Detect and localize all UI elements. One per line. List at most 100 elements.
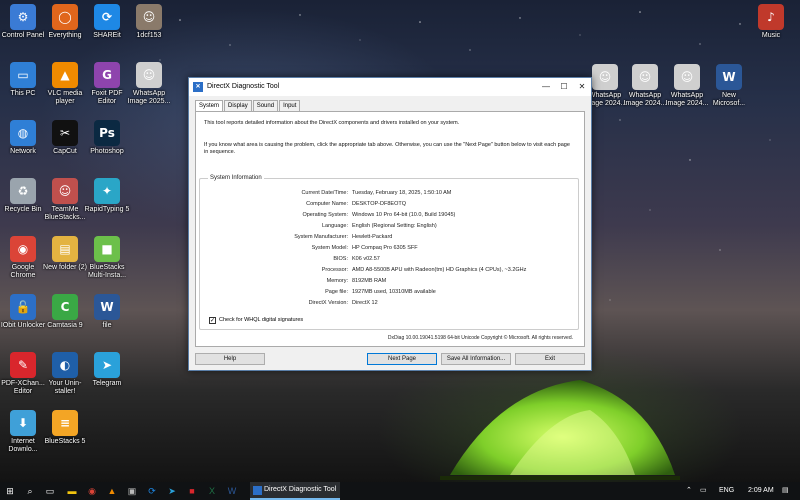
desktop-icon[interactable]: Wfile (84, 294, 130, 330)
app-taskbar-icon[interactable]: ▣ (126, 485, 138, 497)
windows-start-icon[interactable]: ⊞ (4, 485, 16, 497)
info-value: Hewlett-Packard (352, 234, 393, 240)
desktop-icon-label: RapidTyping 5 (84, 206, 130, 213)
pdf-taskbar-icon[interactable]: ■ (186, 485, 198, 497)
tray-chevron-icon[interactable]: ⌃ (686, 482, 692, 500)
desktop-icon[interactable]: W New Microsof... (706, 64, 752, 108)
desktop-icon[interactable]: ⟳ SHAREit (84, 4, 130, 40)
desktop-icon[interactable]: ☺ WhatsApp Image 2025... (126, 62, 172, 106)
intro-text: This tool reports detailed information a… (204, 120, 460, 126)
dxdiag-taskbar-icon (253, 486, 262, 495)
desktop-icon[interactable]: ≡ BlueStacks 5 (42, 410, 88, 446)
network-tray-icon[interactable]: ▭ (700, 482, 707, 500)
excel-taskbar-icon[interactable]: X (206, 485, 218, 497)
whql-checkbox-row[interactable]: ✓ Check for WHQL digital signatures (209, 316, 303, 324)
tab-sound[interactable]: Sound (252, 100, 279, 111)
desktop-icon[interactable]: ☺ WhatsApp Image 2024... (622, 64, 668, 108)
desktop-icon-label: 1dcf153 (136, 32, 162, 39)
info-row: Page file: 1927MB used, 10310MB available (200, 287, 580, 298)
desktop-icon[interactable]: C Camtasia 9 (42, 294, 88, 330)
pdf-xchange-icon: ✎ (10, 352, 36, 378)
desktop-icon-label: WhatsApp Image 2024... (623, 92, 667, 107)
info-label: Memory: (326, 278, 348, 284)
vlc-taskbar-icon[interactable]: ▲ (106, 485, 118, 497)
desktop-icon[interactable]: ◯ Everything (42, 4, 88, 40)
help-button[interactable]: Help (195, 353, 265, 365)
desktop-icon-label: This PC (10, 90, 36, 97)
desktop-icon[interactable]: ☺ TeamMe BlueStacks... (42, 178, 88, 222)
exit-button[interactable]: Exit (515, 353, 585, 365)
search-icon[interactable]: ⌕ (24, 485, 36, 497)
desktop-icon[interactable]: ⬇ Internet Downlo... (0, 410, 46, 454)
desktop-icon[interactable]: ■ BlueStacks Multi-Insta... (84, 236, 130, 280)
tab-display[interactable]: Display (224, 100, 252, 111)
desktop-icon[interactable]: ◉ Google Chrome (0, 236, 46, 280)
desktop-icon[interactable]: ◍ Network (0, 120, 46, 156)
system-information-group: System Information Current Date/Time: Tue… (199, 174, 580, 330)
desktop-icon[interactable]: ☺ 1dcf153 (126, 4, 172, 40)
info-row: DirectX Version: DirectX 12 (200, 298, 580, 309)
uninstaller-icon: ◐ (52, 352, 78, 378)
desktop-icon[interactable]: Ps Photoshop (84, 120, 130, 156)
desktop-icon[interactable]: ▲ VLC media player (42, 62, 88, 106)
file-explorer-icon[interactable]: ▬ (66, 485, 78, 497)
desktop-icon[interactable]: ♻ Recycle Bin (0, 178, 46, 214)
capcut-icon: ✂ (52, 120, 78, 146)
info-row: Processor: AMD A8-5500B APU with Radeon(t… (200, 265, 580, 276)
maximize-icon[interactable]: ☐ (555, 78, 573, 96)
desktop-icon[interactable]: ◐ Your Unin-staller! (42, 352, 88, 396)
info-label: Processor: (321, 267, 348, 273)
control-panel-icon: ⚙ (10, 4, 36, 30)
tab-input[interactable]: Input (279, 100, 301, 111)
image-file-icon: ☺ (136, 62, 162, 88)
language-indicator[interactable]: ENG (719, 482, 734, 500)
task-view-icon[interactable]: ▭ (44, 485, 56, 497)
word-file-icon: W (716, 64, 742, 90)
info-value: Windows 10 Pro 64-bit (10.0, Build 19045… (352, 212, 456, 218)
camtasia-icon: C (52, 294, 78, 320)
desktop-icon[interactable]: ☺ WhatsApp Image 2024... (664, 64, 710, 108)
whql-checkbox[interactable]: ✓ (209, 317, 216, 324)
info-label: Current Date/Time: (301, 190, 348, 196)
desktop-icon[interactable]: ⚙ Control Panel (0, 4, 46, 40)
idm-icon: ⬇ (10, 410, 36, 436)
info-row: System Model: HP Compaq Pro 6305 SFF (200, 243, 580, 254)
desktop-icon-label: New Microsof... (712, 92, 746, 107)
desktop-icon-label: IObit Unlocker (0, 322, 46, 329)
desktop-icon[interactable]: ➤ Telegram (84, 352, 130, 388)
taskbar-dxdiag-button[interactable]: DirectX Diagnostic Tool (250, 482, 340, 500)
everything-search-icon: ◯ (52, 4, 78, 30)
clock[interactable]: 2:09 AM (748, 482, 774, 500)
chrome-taskbar-icon[interactable]: ◉ (86, 485, 98, 497)
next-page-button[interactable]: Next Page (367, 353, 437, 365)
title-bar[interactable]: ✕ DirectX Diagnostic Tool — ☐ ✕ (189, 78, 591, 96)
shareit-icon: ⟳ (94, 4, 120, 30)
unlocker-icon: 🔓 (10, 294, 36, 320)
shareit-taskbar-icon[interactable]: ⟳ (146, 485, 158, 497)
notifications-icon[interactable]: ▤ (782, 482, 789, 500)
desktop-icon-label: Your Unin-staller! (48, 380, 82, 395)
desktop-icon[interactable]: ✦ RapidTyping 5 (84, 178, 130, 214)
desktop-icon[interactable]: ▭ This PC (0, 62, 46, 98)
close-icon[interactable]: ✕ (573, 78, 591, 96)
desktop-icon[interactable]: 🔓 IObit Unlocker (0, 294, 46, 330)
telegram-taskbar-icon[interactable]: ➤ (166, 485, 178, 497)
info-row: Language: English (Regional Setting: Engl… (200, 221, 580, 232)
desktop-icon[interactable]: ▤ New folder (2) (42, 236, 88, 272)
window-title: DirectX Diagnostic Tool (207, 83, 280, 90)
desktop-icon-label: Internet Downlo... (8, 438, 38, 453)
info-value: 1927MB used, 10310MB available (352, 289, 436, 295)
desktop-icon[interactable]: ♪ Music (748, 4, 794, 40)
desktop-icon[interactable]: ✂ CapCut (42, 120, 88, 156)
info-row: Current Date/Time: Tuesday, February 18, … (200, 188, 580, 199)
desktop-icon[interactable]: ✎ PDF-XChan... Editor (0, 352, 46, 396)
desktop-icon[interactable]: G Foxit PDF Editor (84, 62, 130, 106)
info-row: Computer Name: DESKTOP-DF8EOTQ (200, 199, 580, 210)
word-taskbar-icon[interactable]: W (226, 485, 238, 497)
save-all-information-button[interactable]: Save All Information... (441, 353, 511, 365)
desktop-icon-label: TeamMe BlueStacks... (44, 206, 86, 221)
desktop-icon-label: PDF-XChan... Editor (1, 380, 45, 395)
desktop-icon-label: New folder (2) (43, 264, 87, 271)
info-value: AMD A8-5500B APU with Radeon(tm) HD Grap… (352, 267, 527, 273)
minimize-icon[interactable]: — (537, 78, 555, 96)
